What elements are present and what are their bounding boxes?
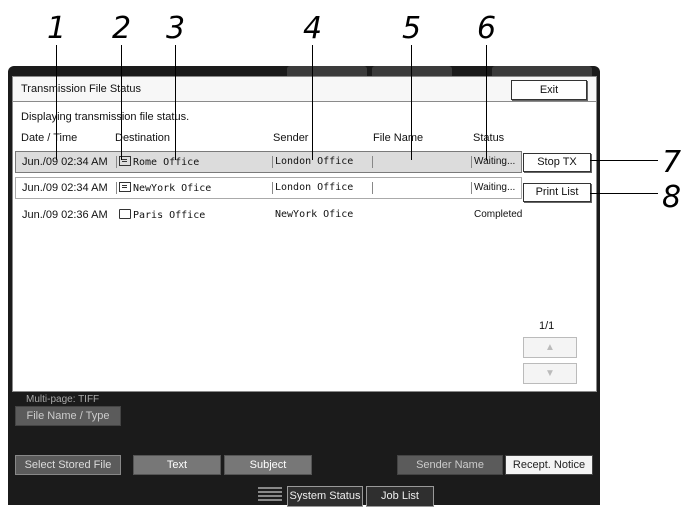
callout-4: 4: [303, 11, 323, 46]
page-up-button[interactable]: ▲: [523, 337, 577, 358]
fax-icon: [119, 182, 131, 192]
system-status-button[interactable]: System Status: [287, 486, 363, 507]
row-datetime: Jun./09 02:34 AM: [22, 156, 108, 168]
leader-line-6: [486, 45, 487, 160]
leader-line-3: [175, 45, 176, 160]
callout-6: 6: [477, 11, 497, 46]
col-header-sender: Sender: [273, 132, 309, 144]
row-destination: Paris Office: [133, 210, 206, 221]
row-destination: NewYork Ofice: [133, 183, 212, 194]
column-divider: [471, 156, 472, 168]
row-destination-cell: Paris Office: [119, 209, 205, 221]
col-header-status: Status: [473, 132, 505, 144]
callout-3: 3: [166, 11, 186, 46]
subject-button[interactable]: Subject: [224, 455, 312, 475]
status-message: Displaying transmission file status.: [21, 111, 190, 123]
column-divider: [372, 182, 373, 194]
top-tab: [372, 66, 452, 76]
table-row[interactable]: Jun./09 02:36 AM Paris Office NewYork Of…: [15, 204, 522, 226]
row-datetime: Jun./09 02:34 AM: [22, 182, 108, 194]
leader-line-4: [312, 45, 313, 160]
row-destination: Rome Office: [133, 157, 200, 168]
table-row[interactable]: Jun./09 02:34 AM Rome Office London Offi…: [15, 151, 522, 173]
callout-1: 1: [47, 11, 67, 46]
row-sender: London Office: [275, 156, 354, 167]
callout-5: 5: [402, 11, 422, 46]
column-divider: [272, 182, 273, 194]
top-tab: [492, 66, 592, 76]
stop-tx-button[interactable]: Stop TX: [523, 153, 591, 172]
page-indicator: 1/1: [539, 320, 555, 332]
col-header-datetime: Date / Time: [21, 132, 78, 144]
leader-line-1: [56, 45, 57, 160]
recept-notice-button[interactable]: Recept. Notice: [505, 455, 593, 475]
multipage-label: Multi-page: TIFF: [26, 394, 100, 405]
exit-button[interactable]: Exit: [511, 80, 587, 100]
job-list-button[interactable]: Job List: [366, 486, 434, 507]
column-divider: [372, 156, 373, 168]
leader-line-2: [121, 45, 122, 160]
row-status: Completed: [474, 209, 523, 220]
status-screen: Transmission File Status Exit Displaying…: [12, 76, 597, 392]
column-divider: [116, 156, 117, 168]
row-destination-cell: NewYork Ofice: [119, 182, 211, 194]
column-divider: [471, 182, 472, 194]
sender-name-button[interactable]: Sender Name: [397, 455, 503, 475]
callout-2: 2: [112, 11, 132, 46]
title-bar: Transmission File Status Exit: [13, 77, 596, 102]
row-datetime: Jun./09 02:36 AM: [22, 209, 108, 221]
print-list-button[interactable]: Print List: [523, 183, 591, 202]
leader-line-8: [590, 193, 658, 194]
folder-icon: [119, 209, 131, 219]
column-divider: [272, 156, 273, 168]
select-stored-file-button[interactable]: Select Stored File: [15, 455, 121, 475]
row-status: Waiting...: [474, 156, 516, 167]
col-header-destination: Destination: [115, 132, 171, 144]
column-divider: [116, 182, 117, 194]
row-sender: London Office: [275, 182, 354, 193]
status-indicator-icon: [258, 487, 282, 501]
leader-line-7: [590, 160, 658, 161]
file-name-type-button[interactable]: File Name / Type: [15, 406, 121, 426]
text-button[interactable]: Text: [133, 455, 221, 475]
callout-7: 7: [662, 145, 682, 180]
window-title: Transmission File Status: [21, 83, 142, 95]
row-status: Waiting...: [474, 182, 516, 193]
col-header-file-name: File Name: [373, 132, 424, 144]
page-down-button[interactable]: ▼: [523, 363, 577, 384]
top-tab: [287, 66, 367, 76]
row-destination-cell: Rome Office: [119, 156, 199, 168]
callout-8: 8: [662, 180, 682, 215]
table-row[interactable]: Jun./09 02:34 AM NewYork Ofice London Of…: [15, 177, 522, 199]
row-sender: NewYork Ofice: [275, 209, 354, 220]
leader-line-5: [411, 45, 412, 160]
